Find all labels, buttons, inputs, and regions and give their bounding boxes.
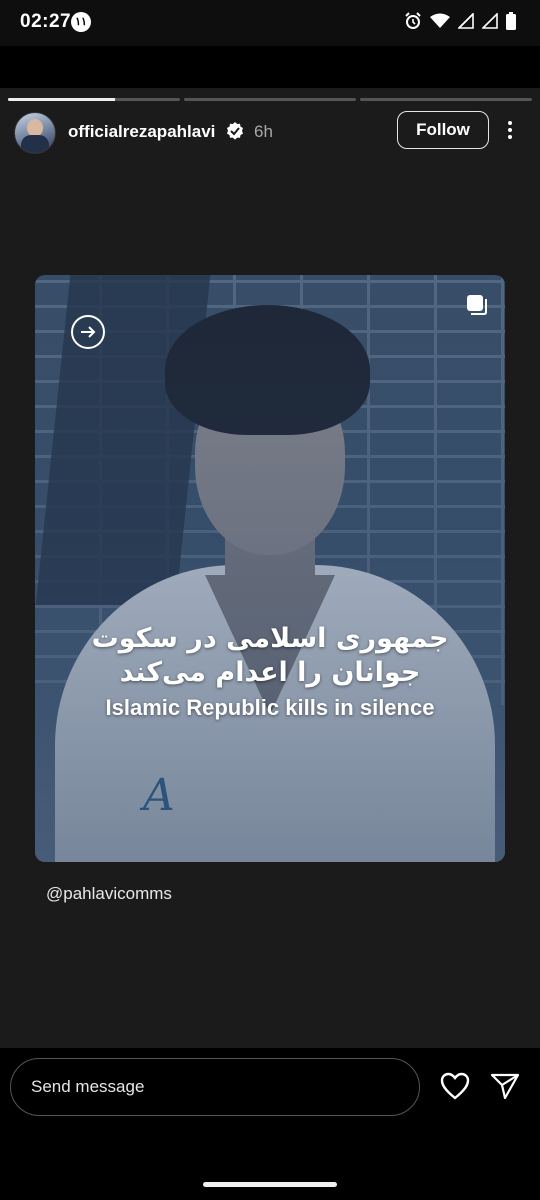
progress-segment — [360, 98, 532, 101]
shared-post-card[interactable]: A جمهوری اسلامی در سکوت جوانان را اعدام … — [35, 275, 505, 862]
post-text-persian-line1: جمهوری اسلامی در سکوت — [91, 623, 449, 654]
carousel-multiple-icon — [467, 295, 487, 315]
send-message-input[interactable]: Send message — [10, 1058, 420, 1116]
post-text-english: Islamic Republic kills in silence — [105, 695, 435, 720]
avatar[interactable] — [14, 112, 56, 154]
verified-badge-icon — [227, 122, 243, 140]
wifi-icon — [430, 13, 450, 28]
notification-badge: ١١ — [71, 12, 91, 32]
arrow-right-icon[interactable] — [71, 315, 105, 349]
message-placeholder: Send message — [31, 1077, 145, 1096]
signal-icon — [482, 13, 498, 29]
username[interactable]: officialrezapahlavi — [68, 122, 215, 142]
post-time: 6h — [254, 122, 273, 141]
progress-segment — [184, 98, 356, 101]
reply-bar: Send message — [0, 1048, 540, 1200]
progress-segment — [8, 98, 180, 101]
alarm-icon — [405, 12, 421, 29]
mention-sticker[interactable]: @pahlavicomms — [46, 884, 172, 904]
progress-fill — [8, 98, 115, 101]
home-indicator — [203, 1182, 337, 1187]
status-icons — [404, 12, 516, 30]
post-text-persian-line2: جوانان را اعدام می‌کند — [119, 657, 421, 688]
signal-icon — [458, 13, 474, 29]
follow-button[interactable]: Follow — [397, 111, 489, 149]
photo-overlay — [35, 275, 505, 862]
story-progress — [8, 98, 532, 101]
send-icon[interactable] — [490, 1072, 520, 1100]
story-viewer[interactable]: officialrezapahlavi 6h Follow A جمهوری ا… — [0, 88, 540, 1048]
more-options-icon[interactable] — [500, 118, 520, 146]
avatar-body — [21, 135, 49, 153]
status-time: 02:27 — [20, 11, 72, 32]
status-bar: 02:27 ١١ — [0, 0, 540, 46]
battery-icon — [506, 12, 516, 30]
heart-icon[interactable] — [440, 1072, 470, 1100]
